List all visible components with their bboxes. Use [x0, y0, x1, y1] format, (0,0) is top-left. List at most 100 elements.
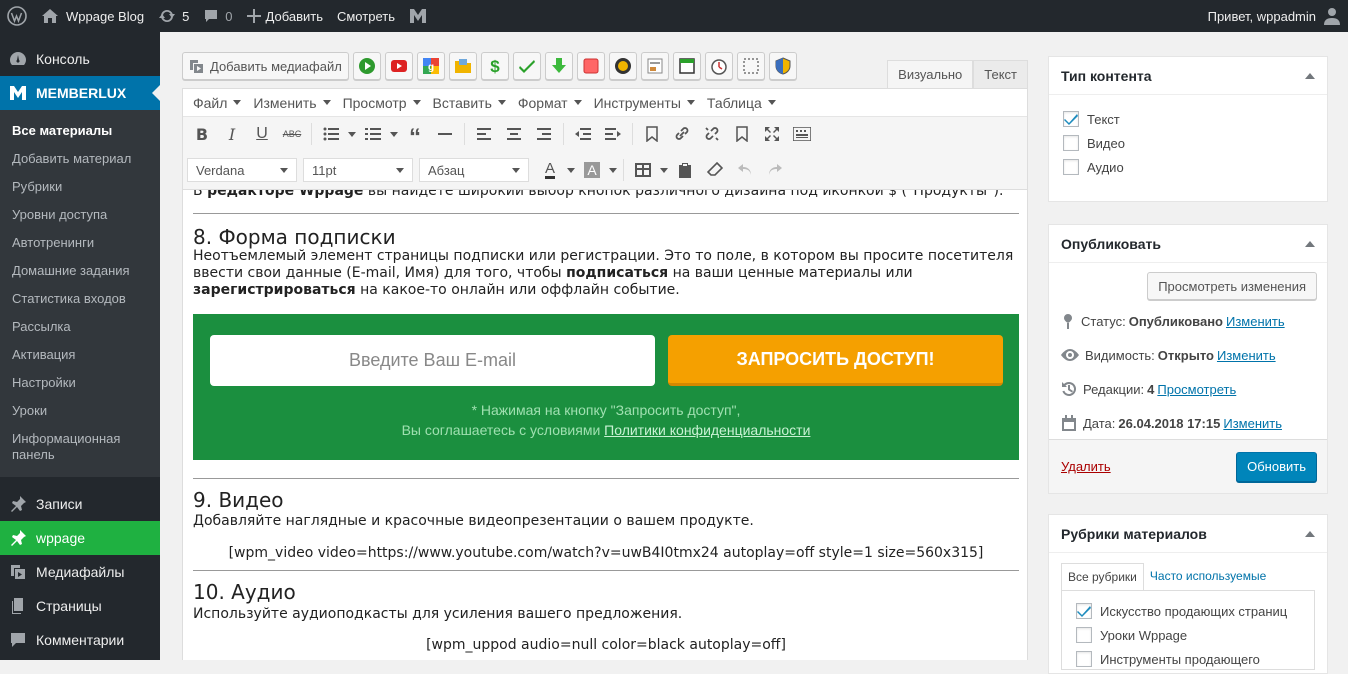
add-new-link[interactable]: Добавить	[240, 0, 330, 32]
strikethrough-button[interactable]: ABC	[277, 120, 307, 148]
blockquote-button[interactable]: “	[400, 120, 430, 150]
view-revisions-link[interactable]: Просмотреть	[1157, 382, 1236, 397]
toolbar-toggle-button[interactable]	[787, 120, 817, 148]
banner-email-input[interactable]: Введите Ваш E-mail	[210, 335, 655, 386]
menu-pages[interactable]: Страницы	[0, 589, 160, 623]
window-button[interactable]	[672, 52, 701, 80]
indent-button[interactable]	[598, 120, 628, 148]
add-media-button[interactable]: Добавить медиафайл	[182, 52, 349, 80]
publish-header[interactable]: Опубликовать	[1049, 225, 1327, 263]
check-button[interactable]	[512, 52, 541, 80]
menu-tools[interactable]: Инструменты	[588, 95, 701, 111]
checkbox[interactable]	[1063, 111, 1079, 127]
banner-request-button[interactable]: ЗАПРОСИТЬ ДОСТУП!	[668, 335, 1003, 386]
bullet-list-dropdown[interactable]	[346, 120, 358, 148]
checkbox[interactable]	[1076, 603, 1092, 619]
submenu-item[interactable]: Настройки	[0, 369, 160, 397]
memberlux-bar-link[interactable]	[402, 0, 434, 32]
delete-link[interactable]: Удалить	[1061, 459, 1111, 474]
anchor-button[interactable]	[727, 120, 757, 148]
category-item[interactable]: Уроки Wppage	[1062, 623, 1314, 647]
categories-header[interactable]: Рубрики материалов	[1049, 515, 1327, 553]
submenu-item[interactable]: Статистика входов	[0, 285, 160, 313]
unlink-button[interactable]	[697, 120, 727, 148]
download-button[interactable]	[544, 52, 573, 80]
content-type-option[interactable]: Видео	[1049, 131, 1327, 155]
frame-button[interactable]	[736, 52, 765, 80]
folder-button[interactable]	[448, 52, 477, 80]
menu-view[interactable]: Просмотр	[337, 95, 427, 111]
collapse-arrow-icon[interactable]	[1305, 72, 1315, 79]
badge-button[interactable]	[608, 52, 637, 80]
submenu-item[interactable]: Активация	[0, 341, 160, 369]
clear-format-button[interactable]	[700, 156, 730, 184]
wp-logo-button[interactable]	[0, 0, 34, 32]
text-color-dropdown[interactable]	[565, 156, 577, 184]
checkbox[interactable]	[1076, 627, 1092, 643]
edit-visibility-link[interactable]: Изменить	[1217, 348, 1276, 363]
products-button[interactable]: $	[480, 52, 509, 80]
background-color-button[interactable]: A	[577, 156, 607, 184]
checkbox[interactable]	[1063, 159, 1079, 175]
comments-link[interactable]: 0	[196, 0, 239, 32]
font-size-select[interactable]: 11pt	[303, 158, 413, 182]
insert-link-button[interactable]	[667, 120, 697, 148]
underline-button[interactable]: U	[247, 120, 277, 148]
checkbox[interactable]	[1076, 651, 1092, 667]
update-button[interactable]: Обновить	[1236, 451, 1317, 482]
category-item[interactable]: Инструменты продающего	[1062, 647, 1314, 671]
play-button[interactable]	[352, 52, 381, 80]
menu-posts[interactable]: Записи	[0, 487, 160, 521]
submenu-item[interactable]: Добавить материал	[0, 145, 160, 173]
collapse-arrow-icon[interactable]	[1305, 530, 1315, 537]
menu-media[interactable]: Медиафайлы	[0, 555, 160, 589]
font-family-select[interactable]: Verdana	[187, 158, 297, 182]
checkbox[interactable]	[1063, 135, 1079, 151]
submenu-item[interactable]: Автотренинги	[0, 229, 160, 257]
fullscreen-button[interactable]	[757, 120, 787, 148]
block-format-select[interactable]: Абзац	[419, 158, 529, 182]
undo-button[interactable]	[730, 156, 760, 184]
submenu-item[interactable]: Рубрики	[0, 173, 160, 201]
numbered-list-dropdown[interactable]	[388, 120, 400, 148]
menu-edit[interactable]: Изменить	[247, 95, 336, 111]
italic-button[interactable]: I	[217, 120, 247, 148]
bold-button[interactable]: B	[187, 120, 217, 148]
menu-table[interactable]: Таблица	[701, 95, 782, 111]
menu-console[interactable]: Консоль	[0, 42, 160, 76]
submenu-item[interactable]: Уроки	[0, 397, 160, 425]
edit-status-link[interactable]: Изменить	[1226, 314, 1285, 329]
menu-format[interactable]: Формат	[512, 95, 588, 111]
align-center-button[interactable]	[499, 120, 529, 148]
redo-button[interactable]	[760, 156, 790, 184]
preview-changes-button[interactable]: Просмотреть изменения	[1147, 272, 1317, 300]
submenu-item[interactable]: Домашние задания	[0, 257, 160, 285]
tab-all-categories[interactable]: Все рубрики	[1061, 563, 1144, 590]
content-type-header[interactable]: Тип контента	[1049, 57, 1327, 95]
bullet-list-button[interactable]	[316, 120, 346, 148]
google-button[interactable]: g	[416, 52, 445, 80]
background-color-dropdown[interactable]	[607, 156, 619, 184]
user-form-button[interactable]	[640, 52, 669, 80]
menu-comments[interactable]: Комментарии	[0, 623, 160, 657]
collapse-arrow-icon[interactable]	[1305, 240, 1315, 247]
menu-wppage[interactable]: wppage	[0, 521, 160, 555]
edit-date-link[interactable]: Изменить	[1223, 416, 1282, 431]
timer-button[interactable]	[704, 52, 733, 80]
editor-content[interactable]: В редакторе Wppage вы найдете широкий вы…	[182, 190, 1028, 660]
table-dropdown[interactable]	[658, 156, 670, 184]
horizontal-line-button[interactable]	[430, 120, 460, 148]
tab-visual[interactable]: Визуально	[887, 60, 974, 88]
shield-button[interactable]	[768, 52, 797, 80]
menu-insert[interactable]: Вставить	[427, 95, 512, 111]
submenu-item[interactable]: Все материалы	[0, 117, 160, 145]
text-color-button[interactable]: A	[535, 156, 565, 184]
table-button[interactable]	[628, 156, 658, 184]
tab-text[interactable]: Текст	[973, 60, 1028, 88]
red-box-button[interactable]	[576, 52, 605, 80]
align-left-button[interactable]	[469, 120, 499, 148]
privacy-policy-link[interactable]: Политики конфиденциальности	[604, 422, 810, 438]
site-name-link[interactable]: Wppage Blog	[34, 0, 151, 32]
content-type-option[interactable]: Аудио	[1049, 155, 1327, 179]
bookmark-button[interactable]	[637, 120, 667, 148]
